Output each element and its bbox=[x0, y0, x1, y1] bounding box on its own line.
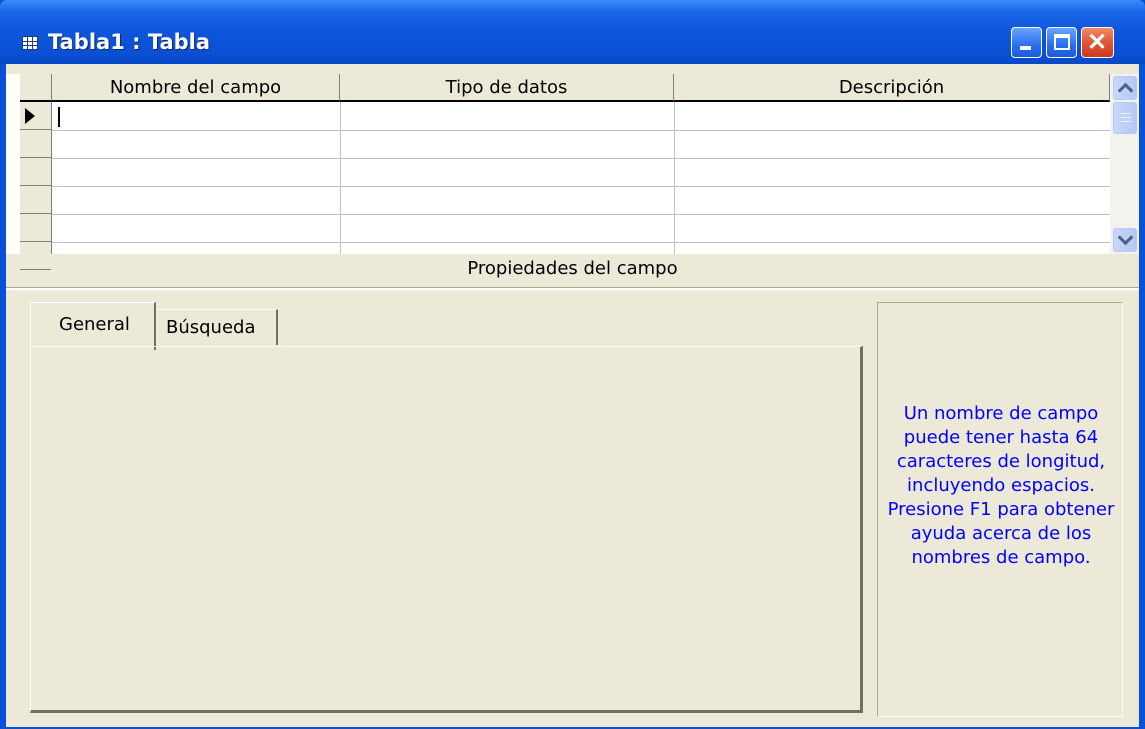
row-selector-column bbox=[20, 102, 52, 270]
splitter[interactable] bbox=[6, 287, 1139, 290]
tab-general[interactable]: General bbox=[30, 302, 156, 350]
close-icon: ✕ bbox=[1087, 29, 1108, 56]
grid-vertical-scrollbar[interactable] bbox=[1110, 74, 1139, 254]
text-cursor bbox=[58, 107, 60, 127]
minimize-icon bbox=[1020, 46, 1031, 50]
tab-general-label: General bbox=[59, 314, 130, 335]
field-properties-label: Propiedades del campo bbox=[467, 258, 678, 279]
scroll-up-button[interactable] bbox=[1113, 76, 1137, 100]
column-header-description[interactable]: Descripción bbox=[674, 74, 1110, 102]
row-selector[interactable] bbox=[20, 186, 51, 214]
tab-busqueda[interactable]: Búsqueda bbox=[156, 309, 278, 345]
row-selector[interactable] bbox=[20, 130, 51, 158]
window-title: Tabla1 : Tabla bbox=[48, 30, 211, 54]
title-bar[interactable]: Tabla1 : Tabla ✕ bbox=[0, 0, 1145, 64]
field-design-grid: Nombre del campo Tipo de datos Descripci… bbox=[6, 74, 1139, 270]
field-properties-panel bbox=[30, 346, 863, 713]
grid-row-divider bbox=[52, 214, 1110, 215]
grid-column-divider bbox=[674, 102, 675, 254]
maximize-icon bbox=[1054, 34, 1070, 50]
help-pane: Un nombre de campo puede tener hasta 64 … bbox=[877, 302, 1123, 717]
chevron-down-icon bbox=[1117, 229, 1134, 246]
row-selector[interactable] bbox=[20, 102, 51, 130]
minimize-button[interactable] bbox=[1011, 27, 1042, 58]
scrollbar-thumb[interactable] bbox=[1113, 102, 1137, 134]
column-header-data-type[interactable]: Tipo de datos bbox=[340, 74, 674, 102]
chevron-up-icon bbox=[1117, 82, 1134, 99]
row-selector[interactable] bbox=[20, 158, 51, 186]
row-selector[interactable] bbox=[20, 214, 51, 242]
row-selector-arrow-icon bbox=[25, 108, 35, 124]
row-selector-header[interactable] bbox=[20, 74, 52, 102]
grid-row-divider bbox=[52, 130, 1110, 131]
help-text: Un nombre de campo puede tener hasta 64 … bbox=[887, 403, 1115, 568]
grid-column-divider bbox=[340, 102, 341, 254]
table-icon bbox=[22, 36, 38, 50]
scroll-down-button[interactable] bbox=[1113, 228, 1137, 252]
maximize-button[interactable] bbox=[1046, 27, 1077, 58]
close-button[interactable]: ✕ bbox=[1081, 27, 1114, 58]
window-client-area: Nombre del campo Tipo de datos Descripci… bbox=[6, 64, 1139, 729]
column-header-field-name[interactable]: Nombre del campo bbox=[52, 74, 340, 102]
tab-busqueda-label: Búsqueda bbox=[166, 317, 256, 338]
grid-row-divider bbox=[52, 242, 1110, 243]
grid-row-divider bbox=[52, 158, 1110, 159]
grid-row-divider bbox=[52, 186, 1110, 187]
access-table-design-window: Tabla1 : Tabla ✕ Nombre del campo Tipo d… bbox=[0, 0, 1145, 729]
